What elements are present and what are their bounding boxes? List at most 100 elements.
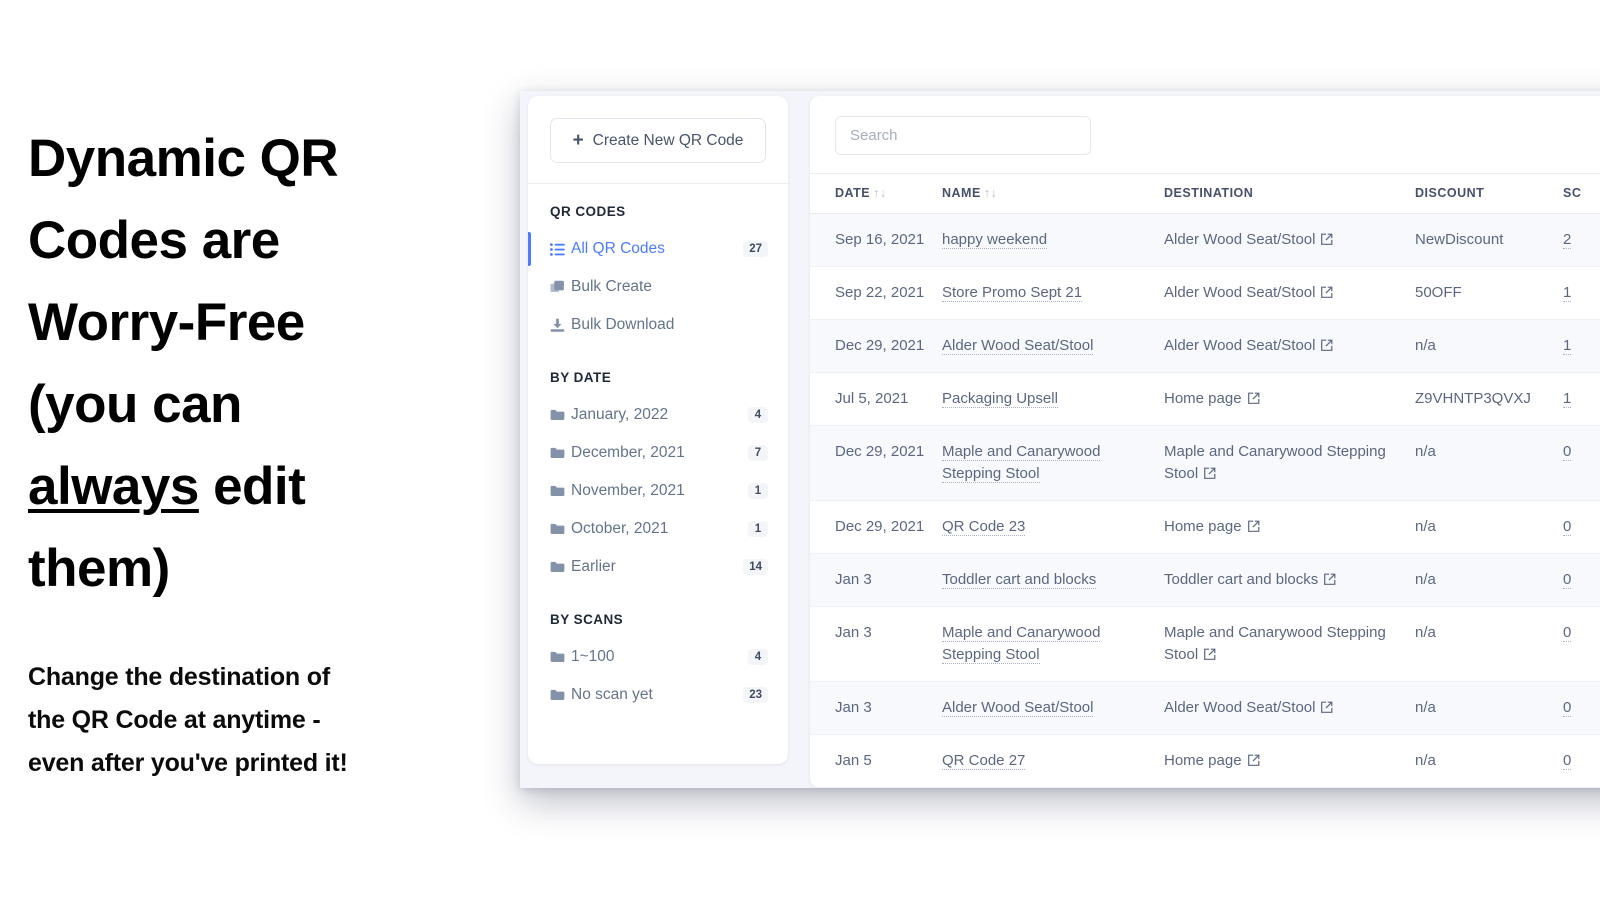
headline-line-5: always edit (28, 446, 488, 528)
external-link-icon[interactable] (1320, 337, 1333, 351)
column-header-name[interactable]: NAME ↑↓ (942, 173, 1164, 214)
sidebar-item-no-scan-yet[interactable]: No scan yet 23 (528, 676, 788, 714)
qr-code-name-link[interactable]: Store Promo Sept 21 (942, 284, 1083, 302)
table-toolbar (810, 96, 1600, 173)
qr-code-name-link[interactable]: QR Code 27 (942, 752, 1026, 770)
list-icon (550, 242, 571, 256)
sidebar-item-label: December, 2021 (571, 444, 685, 461)
external-link-icon[interactable] (1323, 571, 1336, 585)
table-row[interactable]: Sep 16, 2021 happy weekend Alder Wood Se… (810, 213, 1600, 267)
qr-code-name-link[interactable]: Maple and Canarywood Stepping Stool (942, 443, 1101, 483)
table-row[interactable]: Dec 29, 2021 Alder Wood Seat/Stool Alder… (810, 319, 1600, 373)
cell-date: Dec 29, 2021 (810, 500, 942, 554)
scan-count-link[interactable]: 0 (1563, 624, 1572, 642)
cell-date: Jan 3 (810, 681, 942, 735)
external-link-icon[interactable] (1247, 390, 1260, 404)
cell-destination: Maple and Canarywood Stepping Stool (1164, 425, 1415, 501)
headline-emphasis: always (28, 457, 199, 516)
subcopy-line-1: Change the destination of (28, 663, 330, 691)
cell-name: happy weekend (942, 213, 1164, 267)
sidebar-nav: QR CODES All QR Codes 27 Bulk Create Bul… (528, 184, 788, 714)
destination-text: Alder Wood Seat/Stool (1164, 699, 1316, 716)
subcopy-line-3: even after you've printed it! (28, 749, 348, 777)
sidebar-item-december-2021[interactable]: December, 2021 7 (528, 434, 788, 472)
external-link-icon[interactable] (1203, 646, 1216, 660)
cell-scans: 0 (1563, 734, 1600, 788)
external-link-icon[interactable] (1320, 284, 1333, 298)
sidebar-item-all-qr-codes[interactable]: All QR Codes 27 (528, 230, 788, 268)
destination-text: Home page (1164, 752, 1242, 769)
folder-icon (550, 689, 571, 701)
page-root: Dynamic QR Codes are Worry-Free (you can… (0, 0, 1600, 900)
scan-count-link[interactable]: 0 (1563, 518, 1572, 536)
sort-arrows-icon[interactable]: ↑↓ (984, 186, 998, 200)
sidebar-header: + Create New QR Code (528, 96, 788, 184)
table-row[interactable]: Dec 29, 2021 Maple and Canarywood Steppi… (810, 425, 1600, 501)
cell-date: Jul 5, 2021 (810, 372, 942, 426)
folder-icon (550, 523, 571, 535)
sidebar-item-october-2021[interactable]: October, 2021 1 (528, 510, 788, 548)
table-row[interactable]: Dec 29, 2021 QR Code 23 Home page n/a 0 (810, 500, 1600, 554)
column-header-destination[interactable]: DESTINATION (1164, 173, 1415, 214)
scan-count-link[interactable]: 0 (1563, 699, 1572, 717)
sort-arrows-icon[interactable]: ↑↓ (873, 186, 887, 200)
cell-destination: Home page (1164, 787, 1415, 788)
column-label: NAME (942, 186, 981, 200)
column-header-scans[interactable]: SC (1563, 173, 1600, 214)
external-link-icon[interactable] (1203, 465, 1216, 479)
sidebar-item-january-2022[interactable]: January, 2022 4 (528, 396, 788, 434)
sidebar-item-label: Earlier (571, 558, 616, 575)
column-header-discount[interactable]: DISCOUNT (1415, 173, 1563, 214)
sidebar-item-earlier[interactable]: Earlier 14 (528, 548, 788, 586)
qr-code-name-link[interactable]: Maple and Canarywood Stepping Stool (942, 624, 1101, 664)
scan-count-link[interactable]: 1 (1563, 390, 1572, 408)
cell-destination: Toddler cart and blocks (1164, 553, 1415, 607)
qr-codes-table-panel: DATE↑↓ NAME↑↓ DESTINATION DISCOUNT SC Se… (810, 96, 1600, 788)
copy-icon (550, 280, 571, 295)
table-row[interactable]: Jul 5, 2021 Packaging Upsell Home page Z… (810, 372, 1600, 426)
table-row[interactable]: Jan 3 Toddler cart and blocks Toddler ca… (810, 553, 1600, 607)
sidebar-item-1-100[interactable]: 1~100 4 (528, 638, 788, 676)
qr-code-name-link[interactable]: Packaging Upsell (942, 390, 1058, 408)
qr-code-name-link[interactable]: QR Code 23 (942, 518, 1026, 536)
scan-count-link[interactable]: 1 (1563, 284, 1572, 302)
external-link-icon[interactable] (1247, 518, 1260, 532)
create-new-qr-code-button[interactable]: + Create New QR Code (550, 118, 766, 163)
qr-code-name-link[interactable]: Alder Wood Seat/Stool (942, 699, 1094, 717)
qr-code-name-link[interactable]: Alder Wood Seat/Stool (942, 337, 1094, 355)
qr-code-name-link[interactable]: happy weekend (942, 231, 1048, 249)
scan-count-link[interactable]: 1 (1563, 337, 1572, 355)
cell-discount: n/a (1415, 787, 1563, 788)
qr-code-name-link[interactable]: Toddler cart and blocks (942, 571, 1097, 589)
headline-line-4: (you can (28, 375, 242, 434)
table-row[interactable]: Jan 3 Alder Wood Seat/Stool Alder Wood S… (810, 681, 1600, 735)
sidebar-item-label: January, 2022 (571, 406, 669, 423)
scan-count-link[interactable]: 0 (1563, 571, 1572, 589)
sidebar-item-label: October, 2021 (571, 520, 669, 537)
sidebar-item-bulk-download[interactable]: Bulk Download (528, 306, 788, 344)
scan-count-link[interactable]: 0 (1563, 443, 1572, 461)
headline-line-5-rest: edit (198, 457, 306, 516)
column-label: DATE (835, 186, 871, 200)
plus-icon: + (572, 130, 584, 151)
sidebar-item-count: 1 (748, 483, 768, 499)
external-link-icon[interactable] (1320, 231, 1333, 245)
table-row[interactable]: Jan 5 QR Code 27 Home page n/a 0 (810, 734, 1600, 788)
external-link-icon[interactable] (1320, 699, 1333, 713)
table-row[interactable]: Sep 22, 2021 Store Promo Sept 21 Alder W… (810, 266, 1600, 320)
table-row[interactable]: Sep 25, 2021 QR Code 13 Home page n/a 0 (810, 787, 1600, 788)
sidebar-section-title: QR CODES (550, 204, 626, 219)
cell-date: Jan 3 (810, 606, 942, 682)
column-label: DISCOUNT (1415, 186, 1485, 200)
scan-count-link[interactable]: 2 (1563, 231, 1572, 249)
column-header-date[interactable]: DATE ↑↓ (810, 173, 942, 214)
sidebar-item-bulk-create[interactable]: Bulk Create (528, 268, 788, 306)
destination-text: Alder Wood Seat/Stool (1164, 337, 1316, 354)
sidebar-item-november-2021[interactable]: November, 2021 1 (528, 472, 788, 510)
scan-count-link[interactable]: 0 (1563, 752, 1572, 770)
table-row[interactable]: Jan 3 Maple and Canarywood Stepping Stoo… (810, 606, 1600, 682)
column-label: SC (1563, 186, 1582, 200)
search-input[interactable] (835, 116, 1091, 155)
external-link-icon[interactable] (1247, 752, 1260, 766)
sidebar-item-label: Bulk Download (571, 316, 675, 333)
